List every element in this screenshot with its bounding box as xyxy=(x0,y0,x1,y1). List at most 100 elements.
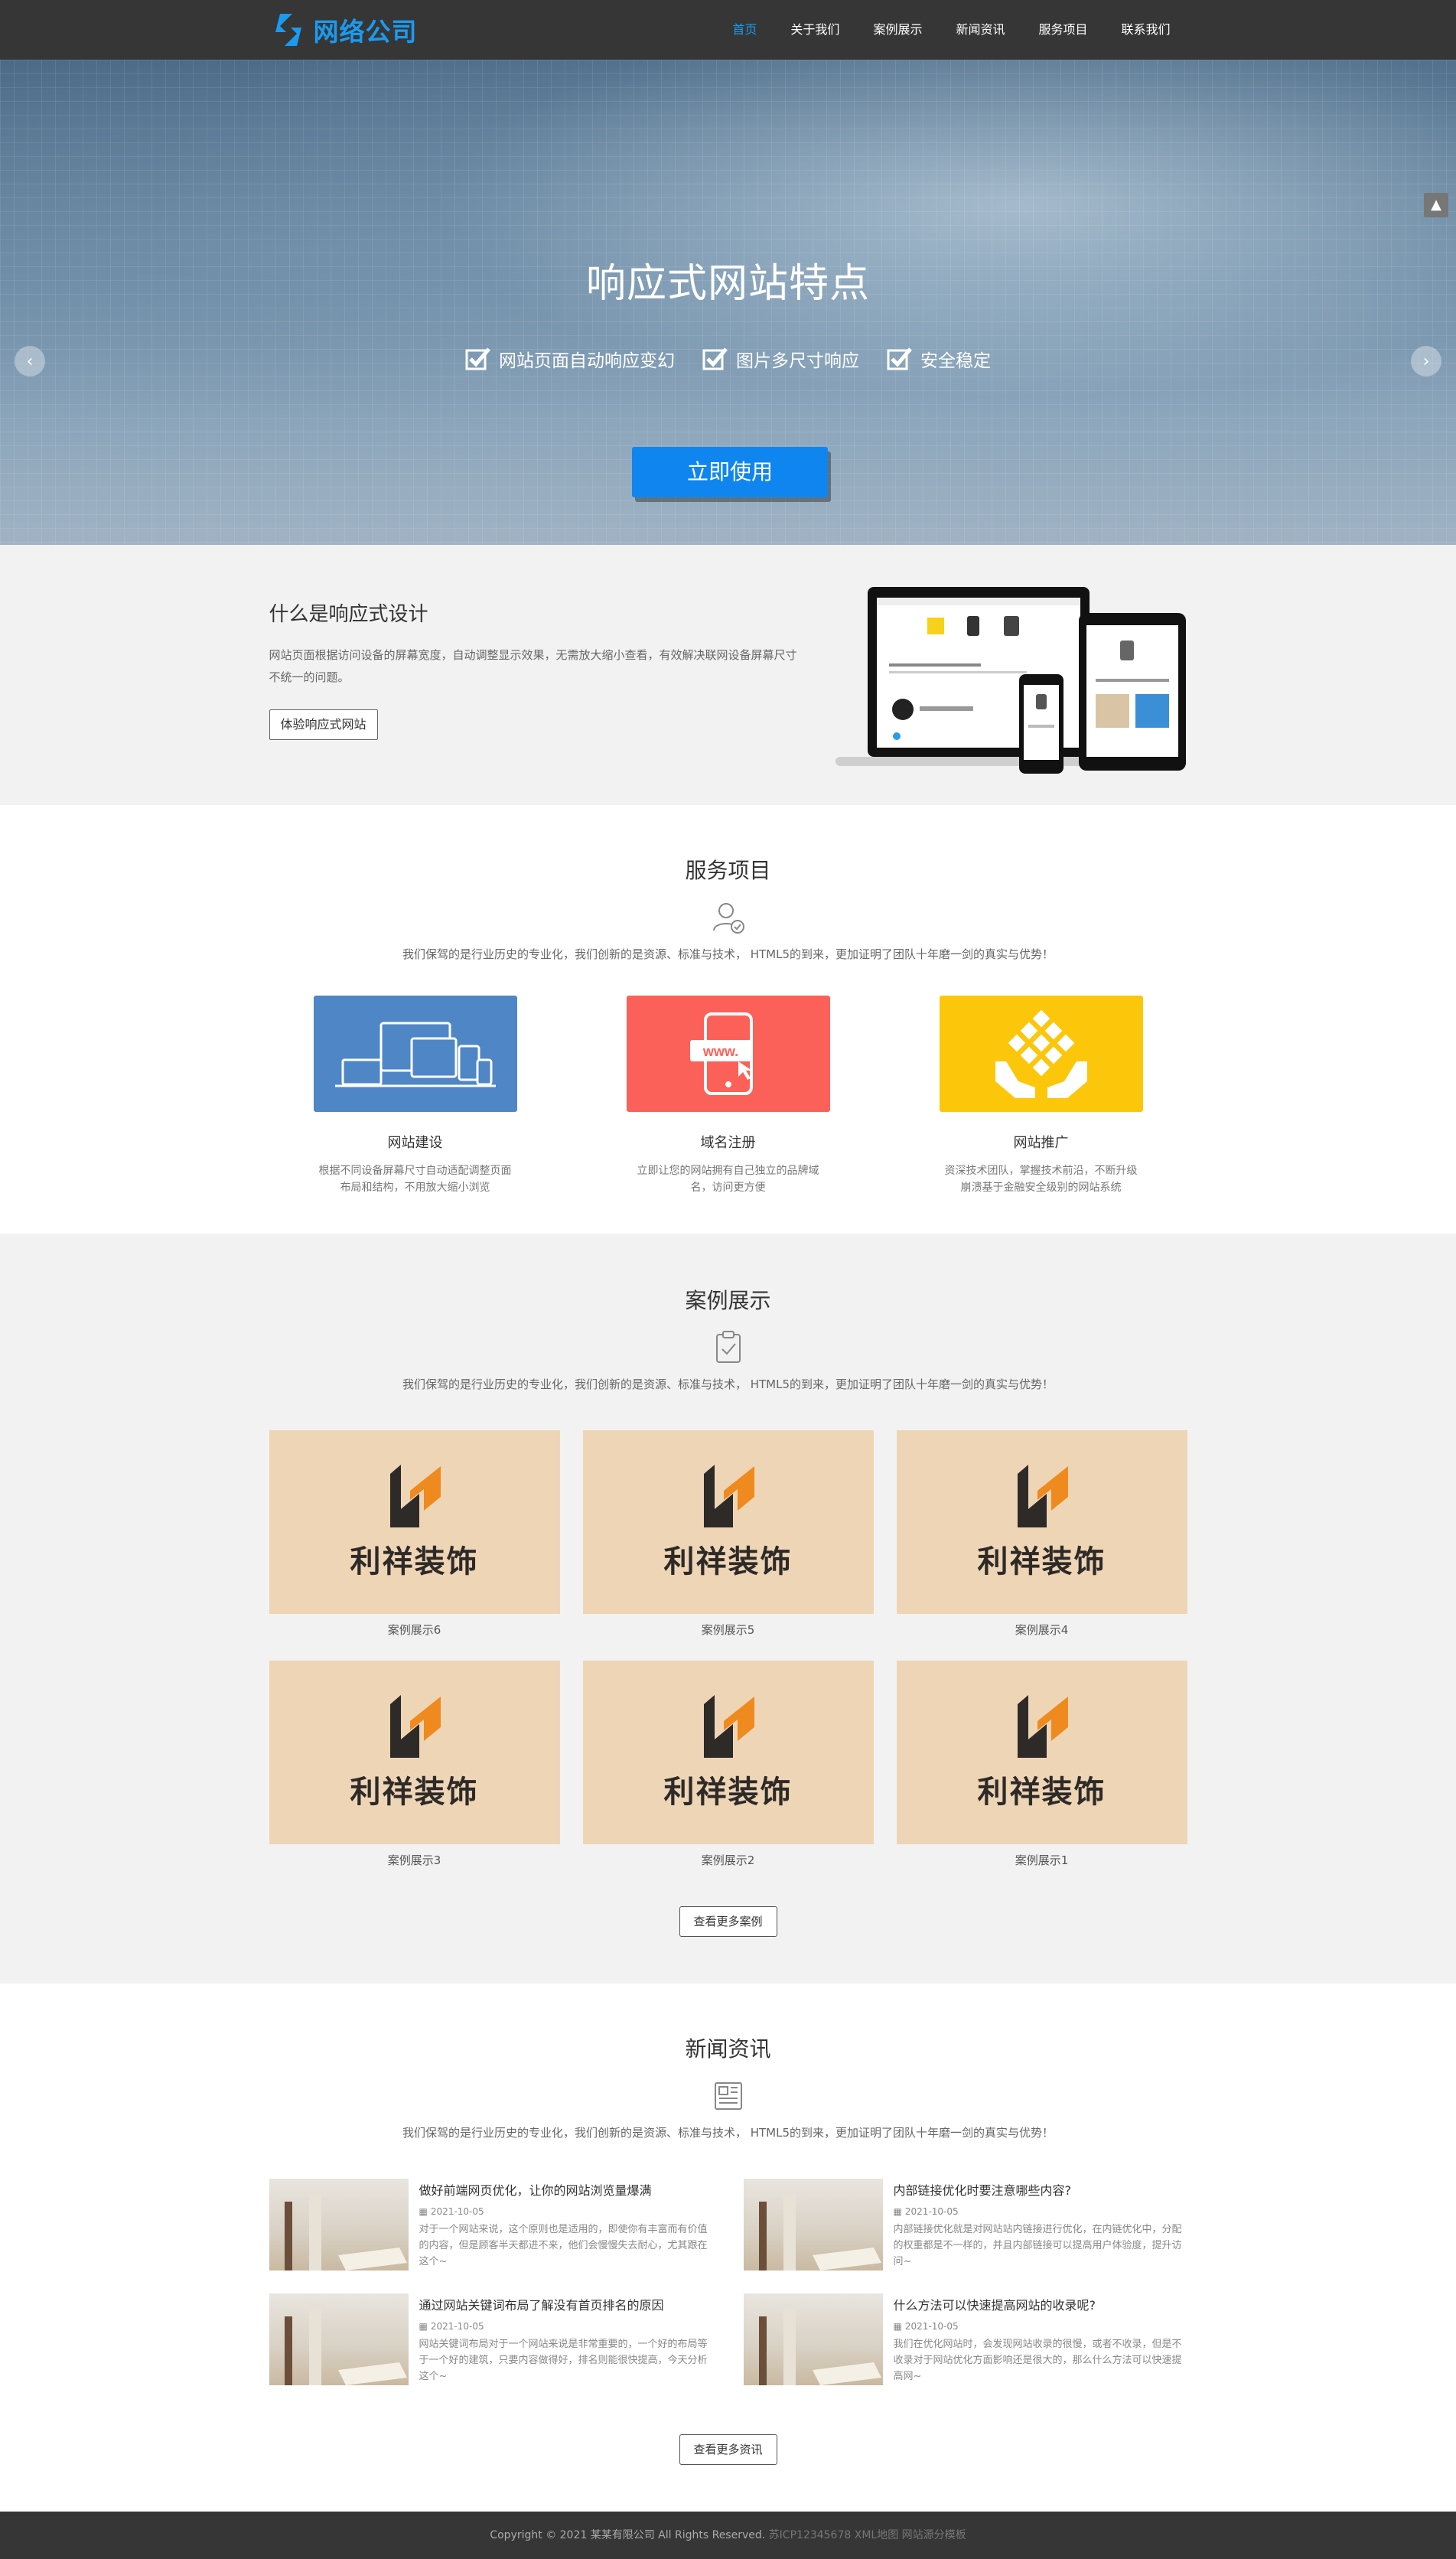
news-item[interactable]: 内部链接优化时要注意哪些内容? ▦ 2021-10-05 内部链接优化就是对网站站… xyxy=(743,2179,1187,2271)
experience-responsive-button[interactable]: 体验响应式网站 xyxy=(269,709,378,740)
case-brand-text: 利祥装饰 xyxy=(663,1775,793,1810)
nav-item-services[interactable]: 服务项目 xyxy=(1021,0,1104,60)
case-name: 案例展示3 xyxy=(387,1853,441,1867)
case-image: 利祥装饰 xyxy=(896,1430,1187,1614)
banner-feature-label: 图片多尺寸响应 xyxy=(736,351,859,371)
more-news-button[interactable]: 查看更多资讯 xyxy=(679,2434,777,2465)
more-cases-button[interactable]: 查看更多案例 xyxy=(679,1906,777,1937)
hero-banner: 响应式网站特点 网站页面自动响应变幻 图片多尺寸响应 安全稳定 立即使用 ‹ › xyxy=(0,60,1456,545)
nav-item-home[interactable]: 首页 xyxy=(715,0,774,60)
news-summary: 我们在优化网站时，会发现网站收录的很慢，或者不收录，但是不收录对于网站优化方面影… xyxy=(893,2339,1182,2382)
brand-logo-icon xyxy=(1017,1695,1068,1758)
case-item[interactable]: 利祥装饰 案例展示2 xyxy=(582,1661,874,1868)
case-name: 案例展示5 xyxy=(701,1623,755,1637)
news-section: 新闻资讯 我们保驾的是行业历史的专业化，我们创新的是资源、标准与技术， HTML… xyxy=(0,1984,1456,2512)
use-now-button[interactable]: 立即使用 xyxy=(632,447,828,497)
service-image: www. xyxy=(626,996,830,1112)
chevron-left-icon: ‹ xyxy=(26,351,34,371)
book-photo-icon xyxy=(758,2194,881,2271)
banner-feature-label: 网站页面自动响应变幻 xyxy=(499,351,675,371)
cases-title: 案例展示 xyxy=(685,1288,771,1313)
responsive-intro-section: 什么是响应式设计 网站页面根据访问设备的屏幕宽度，自动调整显示效果，无需放大缩小… xyxy=(0,193,1456,805)
services-description: 我们保驾的是行业历史的专业化，我们创新的是资源、标准与技术， HTML5的到来，… xyxy=(402,947,1054,961)
news-title-link[interactable]: 通过网站关键词布局了解没有首页排名的原因 xyxy=(419,2295,713,2313)
case-item[interactable]: 利祥装饰 案例展示5 xyxy=(582,1430,874,1638)
service-text: 根据不同设备屏幕尺寸自动适配调整页面布局和结构，不用放大缩小浏览 xyxy=(318,1165,512,1194)
news-thumbnail xyxy=(743,2293,883,2385)
news-item[interactable]: 通过网站关键词布局了解没有首页排名的原因 ▦ 2021-10-05 网站关键词布局… xyxy=(269,2293,713,2385)
service-item[interactable]: 网站推广 资深技术团队，掌握技术前沿，不断升级崩溃基于金融安全级别的网站系统 xyxy=(939,996,1143,1196)
news-item[interactable]: 做好前端网页优化，让你的网站浏览量爆满 ▦ 2021-10-05 对于一个网站来说… xyxy=(269,2179,713,2271)
news-list: 做好前端网页优化，让你的网站浏览量爆满 ▦ 2021-10-05 对于一个网站来说… xyxy=(269,2179,1187,2385)
news-date-text: 2021-10-05 xyxy=(430,2206,484,2217)
case-item[interactable]: 利祥装饰 案例展示6 xyxy=(269,1430,560,1638)
news-title-link[interactable]: 内部链接优化时要注意哪些内容? xyxy=(894,2180,1187,2199)
responsive-devices-illustration xyxy=(835,587,1186,774)
case-name: 案例展示6 xyxy=(387,1623,441,1637)
banner-prev-button[interactable]: ‹ xyxy=(15,346,45,377)
brand-logo-icon xyxy=(703,1465,754,1527)
case-image: 利祥装饰 xyxy=(582,1661,874,1844)
book-photo-icon xyxy=(284,2194,407,2271)
news-title-link[interactable]: 什么方法可以快速提高网站的收录呢? xyxy=(894,2295,1187,2313)
user-check-icon xyxy=(712,903,744,934)
arrow-up-icon: ▲ xyxy=(1431,197,1441,213)
back-to-top-button[interactable]: ▲ xyxy=(1424,193,1448,217)
case-brand-text: 利祥装饰 xyxy=(350,1544,479,1579)
news-date-text: 2021-10-05 xyxy=(430,2321,484,2332)
footer-links[interactable]: 苏ICP12345678 XML地图 网站源分模板 xyxy=(769,2529,966,2541)
banner-feature: 图片多尺寸响应 xyxy=(702,346,859,372)
logo[interactable]: 网络公司 xyxy=(269,11,418,49)
brand-logo-icon xyxy=(703,1695,754,1758)
brand-logo-icon xyxy=(389,1465,441,1527)
news-summary: 对于一个网站来说，这个原则也是适用的，即使你有丰富而有价值的内容，但是顾客半天都… xyxy=(419,2224,708,2267)
banner-next-button[interactable]: › xyxy=(1411,346,1441,377)
cases-description: 我们保驾的是行业历史的专业化，我们创新的是资源、标准与技术， HTML5的到来，… xyxy=(402,1377,1054,1391)
news-title-link[interactable]: 做好前端网页优化，让你的网站浏览量爆满 xyxy=(419,2180,713,2199)
case-image: 利祥装饰 xyxy=(269,1661,560,1844)
service-item[interactable]: www. 域名注册 立即让您的网站拥有自己独立的品牌域名，访问更方便 xyxy=(626,996,830,1196)
services-section: 服务项目 我们保驾的是行业历史的专业化，我们创新的是资源、标准与技术， HTML… xyxy=(0,805,1456,1234)
case-item[interactable]: 利祥装饰 案例展示1 xyxy=(896,1661,1187,1868)
nav-item-about[interactable]: 关于我们 xyxy=(774,0,856,60)
news-body: 什么方法可以快速提高网站的收录呢? ▦ 2021-10-05 我们在优化网站时，会… xyxy=(894,2293,1187,2385)
news-body: 内部链接优化时要注意哪些内容? ▦ 2021-10-05 内部链接优化就是对网站站… xyxy=(894,2179,1187,2271)
multi-device-icon xyxy=(334,1022,496,1087)
svg-text:www.: www. xyxy=(702,1044,738,1059)
case-brand-text: 利祥装饰 xyxy=(350,1775,479,1810)
news-body: 做好前端网页优化，让你的网站浏览量爆满 ▦ 2021-10-05 对于一个网站来说… xyxy=(419,2179,713,2271)
services-list: 网站建设 根据不同设备屏幕尺寸自动适配调整页面布局和结构，不用放大缩小浏览 ww… xyxy=(269,996,1187,1196)
news-thumbnail xyxy=(269,2293,409,2385)
case-name: 案例展示4 xyxy=(1015,1623,1069,1637)
news-date: ▦ 2021-10-05 xyxy=(419,2206,713,2217)
case-item[interactable]: 利祥装饰 案例展示3 xyxy=(269,1661,560,1868)
nav-item-contact[interactable]: 联系我们 xyxy=(1104,0,1187,60)
intro-description: 网站页面根据访问设备的屏幕宽度，自动调整显示效果，无需放大缩小查看，有效解决联网… xyxy=(269,648,797,684)
banner-title: 响应式网站特点 xyxy=(585,261,870,307)
news-item[interactable]: 什么方法可以快速提高网站的收录呢? ▦ 2021-10-05 我们在优化网站时，会… xyxy=(743,2293,1187,2385)
banner-feature-label: 安全稳定 xyxy=(920,351,991,371)
case-item[interactable]: 利祥装饰 案例展示4 xyxy=(896,1430,1187,1638)
footer: Copyright © 2021 某某有限公司 All Rights Reser… xyxy=(0,2512,1456,2559)
nav-item-news[interactable]: 新闻资讯 xyxy=(939,0,1021,60)
banner-feature: 安全稳定 xyxy=(887,346,991,372)
cases-section: 案例展示 我们保驾的是行业历史的专业化，我们创新的是资源、标准与技术， HTML… xyxy=(0,1234,1456,1984)
case-name: 案例展示1 xyxy=(1015,1853,1069,1867)
news-date: ▦ 2021-10-05 xyxy=(894,2206,1187,2217)
newspaper-icon xyxy=(714,2082,742,2110)
service-text: 资深技术团队，掌握技术前沿，不断升级崩溃基于金融安全级别的网站系统 xyxy=(944,1165,1138,1194)
logo-text: 网络公司 xyxy=(313,17,418,47)
calendar-icon: ▦ xyxy=(893,2206,902,2217)
case-brand-text: 利祥装饰 xyxy=(663,1544,793,1579)
book-photo-icon xyxy=(284,2309,407,2385)
intro-title: 什么是响应式设计 xyxy=(269,603,428,626)
checkbox-checked-icon xyxy=(887,347,912,370)
news-date: ▦ 2021-10-05 xyxy=(419,2321,713,2332)
service-item[interactable]: 网站建设 根据不同设备屏幕尺寸自动适配调整页面布局和结构，不用放大缩小浏览 xyxy=(313,996,517,1196)
nav-item-cases[interactable]: 案例展示 xyxy=(856,0,939,60)
service-name: 网站建设 xyxy=(387,1135,443,1151)
banner-feature: 网站页面自动响应变幻 xyxy=(465,346,675,372)
news-summary: 网站关键词布局对于一个网站来说是非常重要的，一个好的布局等于一个好的建筑，只要内… xyxy=(419,2339,708,2382)
service-image xyxy=(313,996,517,1112)
case-name: 案例展示2 xyxy=(701,1853,755,1867)
